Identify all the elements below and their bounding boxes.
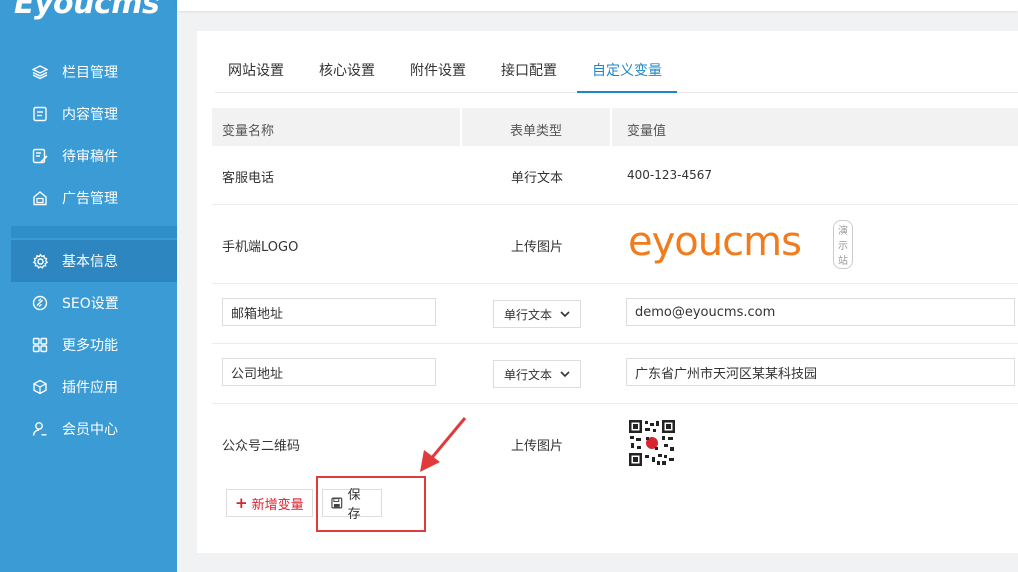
chevron-down-icon [560,371,570,378]
tab-attachment-settings[interactable]: 附件设置 [410,60,466,91]
tab-bar: 网站设置 核心设置 附件设置 接口配置 自定义变量 [215,50,1018,93]
mobile-logo-image[interactable]: eyoucms 演示站 [628,218,853,269]
sidebar-divider [11,226,177,238]
row-divider [212,343,1018,344]
gear-icon [31,252,49,270]
variable-value-input[interactable]: 广东省广州市天河区某某科技园 [626,358,1015,386]
sidebar-item-content-management[interactable]: 内容管理 [11,93,177,135]
sidebar-item-label: 更多功能 [62,338,118,354]
sidebar-item-label: 基本信息 [62,254,118,270]
header-divider [460,108,462,146]
row-divider [212,403,1018,404]
row-divider [212,204,1018,205]
variable-name-input[interactable]: 公司地址 [222,358,436,386]
qrcode-icon[interactable] [628,419,676,467]
sidebar-item-seo[interactable]: SEO设置 [11,282,177,324]
form-type-select[interactable]: 单行文本 [493,300,581,328]
row-type: 上传图片 [511,240,564,255]
tab-custom-variables[interactable]: 自定义变量 [577,60,677,93]
form-type-select[interactable]: 单行文本 [493,360,581,388]
sidebar-item-pending-review[interactable]: 待审稿件 [11,135,177,177]
add-variable-button[interactable]: + 新增变量 [226,489,313,517]
cube-icon [31,378,49,396]
sidebar-item-label: 广告管理 [62,191,118,207]
row-value: 400-123-4567 [627,168,713,182]
tab-website-settings[interactable]: 网站设置 [228,60,284,91]
header-form-type: 表单类型 [510,124,563,139]
variable-value-input[interactable]: demo@eyoucms.com [626,298,1015,326]
row-divider [212,283,1018,284]
user-icon [31,420,49,438]
sidebar-item-column-management[interactable]: 栏目管理 [11,51,177,93]
top-bar [177,0,1018,11]
tab-core-settings[interactable]: 核心设置 [319,60,375,91]
sidebar-item-more-features[interactable]: 更多功能 [11,324,177,366]
annotation-arrow-icon [420,417,467,472]
chevron-down-icon [560,311,570,318]
brand-logo[interactable]: Eyoucms [14,0,160,26]
document-icon [31,105,49,123]
tab-api-config[interactable]: 接口配置 [501,60,557,91]
sidebar-item-label: 待审稿件 [62,149,118,165]
layers-icon [31,63,49,81]
sidebar-item-label: SEO设置 [62,296,119,312]
annotation-highlight-box [316,476,426,532]
table-header: 变量名称 表单类型 变量值 [212,108,1018,146]
plus-icon: + [235,494,248,512]
header-variable-value: 变量值 [627,124,667,139]
sidebar-item-basic-info[interactable]: 基本信息 [11,240,177,282]
row-name-wechat-qrcode: 公众号二维码 [222,439,301,454]
home-ad-icon [31,189,49,207]
sidebar-item-label: 内容管理 [62,107,118,123]
sidebar-item-member-center[interactable]: 会员中心 [11,408,177,450]
grid-icon [31,336,49,354]
row-name-service-phone: 客服电话 [222,171,275,186]
sidebar-item-label: 栏目管理 [62,65,118,81]
row-type: 上传图片 [511,439,564,454]
link-icon [31,294,49,312]
sidebar-item-plugins[interactable]: 插件应用 [11,366,177,408]
header-divider [610,108,612,146]
sidebar-item-ad-management[interactable]: 广告管理 [11,177,177,219]
row-name-mobile-logo: 手机端LOGO [222,240,299,255]
variable-name-input[interactable]: 邮箱地址 [222,298,436,326]
sidebar-item-label: 会员中心 [62,422,118,438]
edit-document-icon [31,147,49,165]
header-variable-name: 变量名称 [222,124,275,139]
logo-text: eyoucms [628,219,802,265]
demo-badge: 演示站 [833,220,853,269]
sidebar-item-label: 插件应用 [62,380,118,396]
row-type: 单行文本 [511,171,564,186]
